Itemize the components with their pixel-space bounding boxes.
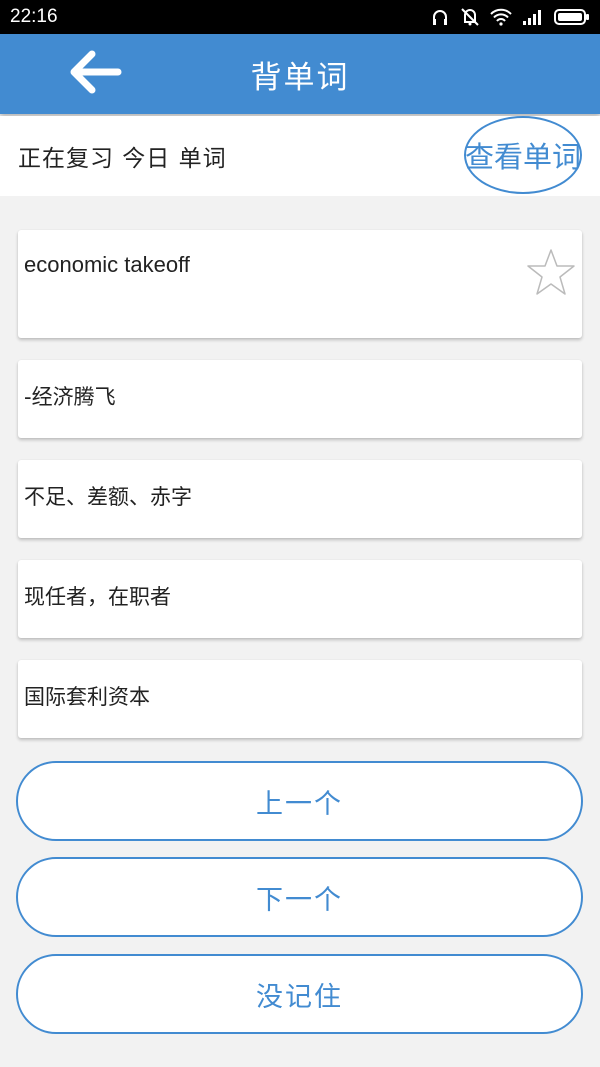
status-bar: 22:16 — [0, 0, 600, 34]
option-text: -经济腾飞 — [24, 385, 116, 409]
review-status-text: 正在复习 今日 单词 — [18, 146, 227, 172]
vibrate-off-icon — [460, 7, 480, 27]
next-button[interactable]: 下一个 — [16, 857, 583, 937]
option-card-4[interactable]: 国际套利资本 — [18, 660, 582, 738]
previous-button[interactable]: 上一个 — [16, 761, 583, 841]
signal-icon — [522, 8, 544, 26]
option-text: 国际套利资本 — [24, 685, 150, 709]
battery-icon — [554, 8, 590, 26]
option-text: 不足、差额、赤字 — [24, 485, 192, 509]
arrow-left-icon — [68, 49, 122, 99]
view-words-button[interactable]: 查看单词 — [464, 116, 582, 194]
status-time: 22:16 — [10, 6, 58, 27]
star-outline-icon[interactable] — [525, 248, 577, 302]
word-card: economic takeoff — [18, 230, 582, 338]
option-card-2[interactable]: 不足、差额、赤字 — [18, 460, 582, 538]
forgot-button[interactable]: 没记住 — [16, 954, 583, 1034]
app-bar: 背单词 — [0, 34, 600, 114]
option-text: 现任者，在职者 — [24, 585, 171, 609]
status-icons — [430, 7, 590, 27]
review-header: 正在复习 今日 单词 查看单词 — [0, 116, 600, 196]
word-text: economic takeoff — [24, 252, 190, 277]
option-card-3[interactable]: 现任者，在职者 — [18, 560, 582, 638]
back-button[interactable] — [62, 48, 128, 100]
option-card-1[interactable]: -经济腾飞 — [18, 360, 582, 438]
wifi-icon — [490, 8, 512, 26]
headphones-icon — [430, 7, 450, 27]
